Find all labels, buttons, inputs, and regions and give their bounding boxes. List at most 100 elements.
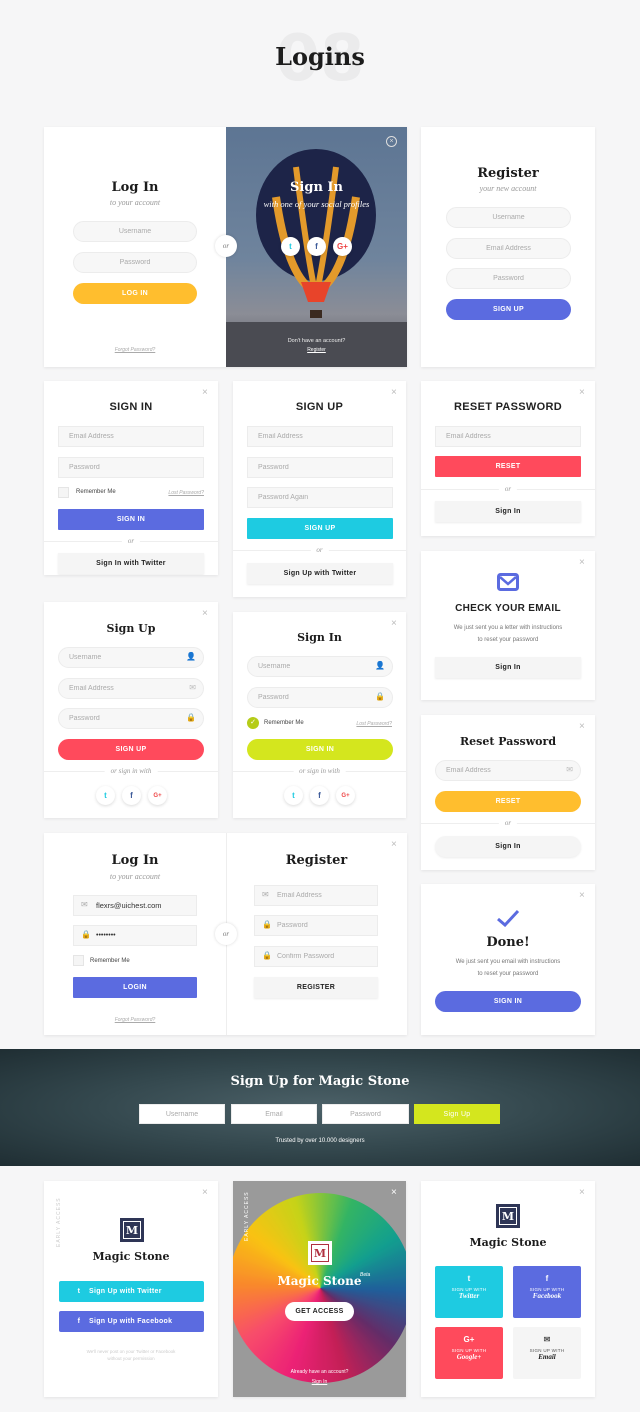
- magic-stone-logo: M: [496, 1204, 520, 1228]
- password-input[interactable]: [446, 268, 571, 289]
- or-label: or: [310, 546, 329, 554]
- confirm-password-input[interactable]: [254, 946, 378, 967]
- social-signin-subtitle: with one of your social profiles: [263, 199, 370, 209]
- lock-icon: 🔒: [186, 713, 196, 722]
- close-icon[interactable]: ×: [579, 891, 585, 901]
- reset-button[interactable]: RESET: [435, 791, 581, 812]
- email-input[interactable]: [247, 426, 393, 447]
- check-email-title: CHECK YOUR EMAIL: [455, 603, 561, 614]
- remember-label: Remember Me: [264, 720, 304, 726]
- social-signin-title: Sign In: [290, 180, 343, 195]
- password-input[interactable]: [322, 1104, 409, 1124]
- close-icon[interactable]: ×: [579, 1188, 585, 1198]
- facebook-button[interactable]: f: [310, 786, 329, 805]
- close-icon[interactable]: ×: [202, 609, 208, 619]
- register-title: Register: [285, 853, 348, 868]
- signin-button[interactable]: SIGN IN: [435, 991, 581, 1012]
- email-input[interactable]: [435, 426, 581, 447]
- facebook-button[interactable]: f: [307, 237, 326, 256]
- close-icon[interactable]: ×: [391, 388, 397, 398]
- close-icon[interactable]: ×: [202, 1188, 208, 1198]
- username-input[interactable]: [73, 221, 197, 242]
- remember-checkbox[interactable]: [73, 955, 84, 966]
- twitter-button[interactable]: t: [284, 786, 303, 805]
- close-icon[interactable]: ×: [202, 388, 208, 398]
- remember-checkbox-checked[interactable]: ✓: [247, 717, 259, 729]
- password-input[interactable]: [73, 252, 197, 273]
- magic-stone-logo: M: [120, 1218, 144, 1242]
- lost-password-link[interactable]: Lost Password?: [356, 721, 392, 727]
- signup-button[interactable]: SIGN UP: [446, 299, 571, 320]
- signup-email-tile[interactable]: ✉ SIGN UP WITH Email: [513, 1327, 581, 1379]
- signin-twitter-button[interactable]: Sign In with Twitter: [58, 553, 204, 574]
- lost-password-link[interactable]: Lost Password?: [168, 490, 204, 496]
- remember-checkbox[interactable]: [58, 487, 69, 498]
- username-input[interactable]: [139, 1104, 225, 1124]
- email-input[interactable]: [254, 885, 378, 906]
- button-label: Sign Up with Twitter: [89, 1288, 162, 1295]
- signup-button[interactable]: SIGN UP: [247, 518, 393, 539]
- reset-title: RESET PASSWORD: [454, 401, 562, 413]
- google-plus-button[interactable]: G+: [148, 786, 167, 805]
- signup-facebook-button[interactable]: f Sign Up with Facebook: [59, 1311, 204, 1332]
- facebook-button[interactable]: f: [122, 786, 141, 805]
- username-input[interactable]: [446, 207, 571, 228]
- email-input[interactable]: [231, 1104, 317, 1124]
- password-again-input[interactable]: [247, 487, 393, 508]
- signin-button[interactable]: Sign In: [435, 501, 581, 522]
- twitter-button[interactable]: t: [281, 237, 300, 256]
- password-input[interactable]: [58, 708, 204, 729]
- signin-button[interactable]: Sign In: [435, 657, 581, 678]
- close-icon[interactable]: ×: [391, 619, 397, 629]
- password-input[interactable]: [254, 915, 378, 936]
- username-input[interactable]: [58, 647, 204, 668]
- login-button[interactable]: LOG IN: [73, 283, 197, 304]
- envelope-icon: ✉: [81, 900, 88, 909]
- password-input[interactable]: [247, 457, 393, 478]
- reset-button[interactable]: RESET: [435, 456, 581, 477]
- signup-button[interactable]: SIGN UP: [58, 739, 204, 760]
- signup-facebook-tile[interactable]: f SIGN UP WITH Facebook: [513, 1266, 581, 1318]
- signup-twitter-button[interactable]: t Sign Up with Twitter: [59, 1281, 204, 1302]
- username-input[interactable]: [247, 656, 393, 677]
- signup-twitter-tile[interactable]: t SIGN UP WITH Twitter: [435, 1266, 503, 1318]
- close-icon[interactable]: ×: [391, 1188, 397, 1198]
- email-input[interactable]: [58, 426, 204, 447]
- google-plus-button[interactable]: G+: [333, 237, 352, 256]
- lock-icon: 🔒: [375, 692, 385, 701]
- register-button[interactable]: REGISTER: [254, 977, 378, 998]
- signin-button[interactable]: SIGN IN: [58, 509, 204, 530]
- email-input[interactable]: [73, 895, 197, 916]
- signup-button[interactable]: Sign Up: [414, 1104, 500, 1124]
- user-icon: 👤: [186, 652, 196, 661]
- or-sign-in-with-label: or sign in with: [104, 767, 158, 775]
- close-icon[interactable]: ×: [579, 388, 585, 398]
- check-email-text-1: We just sent you a letter with instructi…: [453, 625, 563, 631]
- email-input[interactable]: [446, 238, 571, 259]
- password-input[interactable]: [73, 925, 197, 946]
- password-input[interactable]: [58, 457, 204, 478]
- forgot-password-link[interactable]: Forgot Password?: [44, 347, 226, 353]
- twitter-icon: t: [77, 1288, 81, 1295]
- register-card: Register your new account SIGN UP: [421, 127, 595, 367]
- close-icon[interactable]: ×: [579, 722, 585, 732]
- signin-link[interactable]: Sign In: [233, 1379, 406, 1385]
- email-input[interactable]: [58, 678, 204, 699]
- signin-button[interactable]: Sign In: [435, 836, 581, 857]
- forgot-password-link[interactable]: Forgot Password?: [44, 1017, 226, 1023]
- flower-image: [233, 1193, 406, 1383]
- register-link[interactable]: Register: [226, 347, 407, 353]
- get-access-button[interactable]: GET ACCESS: [285, 1302, 354, 1321]
- email-input[interactable]: [435, 760, 581, 781]
- signup-twitter-button[interactable]: Sign Up with Twitter: [247, 563, 393, 584]
- close-circle-icon[interactable]: ×: [386, 136, 397, 147]
- early-access-tag: EARLY ACCESS: [56, 1197, 62, 1247]
- google-plus-button[interactable]: G+: [336, 786, 355, 805]
- signin-button[interactable]: SIGN IN: [247, 739, 393, 760]
- twitter-button[interactable]: t: [96, 786, 115, 805]
- login-button[interactable]: LOGIN: [73, 977, 197, 998]
- signup-google-tile[interactable]: G+ SIGN UP WITH Google+: [435, 1327, 503, 1379]
- close-icon[interactable]: ×: [391, 840, 397, 850]
- password-input[interactable]: [247, 687, 393, 708]
- close-icon[interactable]: ×: [579, 558, 585, 568]
